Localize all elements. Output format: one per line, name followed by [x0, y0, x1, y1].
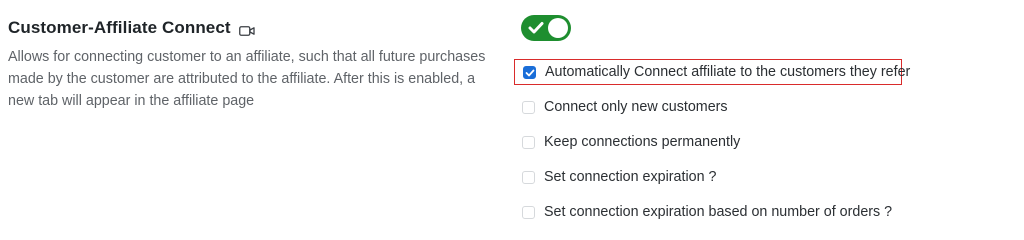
checkbox[interactable]	[522, 170, 535, 184]
settings-page: Customer-Affiliate Connect Allows for co…	[0, 0, 1024, 238]
section-title: Customer-Affiliate Connect	[8, 18, 231, 37]
enable-toggle[interactable]	[521, 15, 571, 41]
option-auto-connect[interactable]: Automatically Connect affiliate to the c…	[514, 59, 910, 85]
section-header: Customer-Affiliate Connect	[8, 16, 498, 40]
checkmark-icon	[525, 69, 535, 76]
checkbox-checked[interactable]	[523, 65, 536, 79]
option-label: Automatically Connect affiliate to the c…	[545, 64, 911, 80]
option-keep-permanent[interactable]: Keep connections permanently	[514, 129, 902, 155]
option-label: Connect only new customers	[544, 99, 728, 115]
checkbox[interactable]	[522, 205, 535, 219]
options-list: Automatically Connect affiliate to the c…	[514, 59, 910, 234]
option-expiration-orders[interactable]: Set connection expiration based on numbe…	[514, 199, 902, 225]
video-camera-icon[interactable]	[238, 24, 255, 36]
toggle-container	[521, 15, 571, 41]
option-expiration[interactable]: Set connection expiration ?	[514, 164, 902, 190]
section-description: Allows for connecting customer to an aff…	[8, 49, 486, 109]
checkbox[interactable]	[522, 100, 535, 114]
option-label: Set connection expiration ?	[544, 169, 717, 185]
checkbox[interactable]	[522, 135, 535, 149]
option-new-customers[interactable]: Connect only new customers	[514, 94, 902, 120]
section-info: Customer-Affiliate Connect Allows for co…	[8, 16, 498, 112]
toggle-knob	[548, 18, 568, 38]
check-icon	[528, 22, 544, 34]
option-label: Keep connections permanently	[544, 134, 741, 150]
option-label: Set connection expiration based on numbe…	[544, 204, 893, 220]
